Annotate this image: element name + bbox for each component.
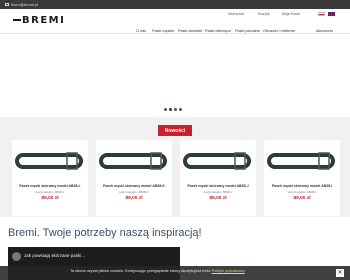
belt-image [183, 152, 251, 170]
privacy-policy-link[interactable]: Polityki prywatności [212, 269, 245, 273]
envelope-icon [5, 3, 9, 6]
belt-image [15, 152, 83, 170]
logo-mark [13, 19, 21, 21]
product-price: 89,00 zł [41, 196, 59, 201]
product-name[interactable]: Pasek męski skórzany model AB38-I [264, 184, 340, 188]
product-price: 89,00 zł [125, 196, 143, 201]
slider-dot-active[interactable] [169, 108, 172, 111]
nav-item-paski-parciane[interactable]: Paski parciane [235, 29, 260, 33]
channel-avatar-icon [12, 252, 21, 261]
cookie-close-button[interactable]: ✕ [336, 269, 344, 277]
nav-item-paski-damskie[interactable]: Paski damskie [178, 29, 202, 33]
slider-dot[interactable] [179, 108, 182, 111]
product-code: kod produktu: AB38-K [119, 190, 149, 194]
nav-item-paski-dzieciece[interactable]: Paski dziecięce [205, 29, 231, 33]
product-card[interactable]: Pasek męski skórzany model AB38-J kod pr… [180, 140, 256, 216]
cookie-banner: Ta strona używa plików cookies. Kontynuu… [0, 266, 350, 280]
slider-dot[interactable] [164, 108, 167, 111]
utility-links: Wunschat Koszyk Moje Konto [0, 12, 350, 18]
belt-image [99, 152, 167, 170]
wishlist-link[interactable]: Wunschat [228, 12, 244, 16]
product-name[interactable]: Pasek męski skórzany model AB38-L [12, 184, 88, 188]
nav-item-o-nas[interactable]: O nas [136, 29, 146, 33]
product-card[interactable]: Pasek męski skórzany model AB38-K kod pr… [96, 140, 172, 216]
nav-item-obcasiki[interactable]: Obcasiki i mittlerne [263, 29, 295, 33]
nav-item-akcesoria[interactable]: Akcesoria [316, 29, 333, 33]
cookie-message: Ta strona używa plików cookies. Kontynuu… [70, 269, 245, 273]
product-price: 89,00 zł [209, 196, 227, 201]
account-link[interactable]: Moje Konto [282, 12, 300, 16]
nav-item-paski-meskie[interactable]: Paski męskie [152, 29, 174, 33]
product-name[interactable]: Pasek męski skórzany model AB38-J [180, 184, 256, 188]
video-title[interactable]: Jak powstają skórzane paski... [24, 253, 85, 258]
belt-image [267, 152, 335, 170]
product-code: kod produktu: AB38-J [203, 190, 233, 194]
news-badge: Nowości [158, 125, 192, 136]
slider-dots [164, 108, 182, 111]
cookie-text: Ta strona używa plików cookies. Kontynuu… [70, 269, 211, 273]
product-card[interactable]: Pasek męski skórzany model AB38-L kod pr… [12, 140, 88, 216]
product-name[interactable]: Pasek męski skórzany model AB38-K [96, 184, 172, 188]
product-code: kod produktu: AB38-I [287, 190, 317, 194]
top-bar: biuro@bremi.pl [0, 0, 350, 9]
tagline: Bremi. Twoje potrzeby naszą inspiracją! [8, 227, 202, 239]
site-header: BREMI Wunschat Koszyk Moje Konto O nas P… [0, 9, 350, 34]
email-link[interactable]: biuro@bremi.pl [5, 1, 38, 8]
hero-slider[interactable] [0, 34, 350, 116]
cart-link[interactable]: Koszyk [258, 12, 270, 16]
slider-dot[interactable] [174, 108, 177, 111]
product-price: 89,00 zł [293, 196, 311, 201]
product-code: kod produktu: AB38-L [35, 190, 65, 194]
email-text: biuro@bremi.pl [11, 2, 39, 7]
product-card[interactable]: Pasek męski skórzany model AB38-I kod pr… [264, 140, 340, 216]
flag-en-icon[interactable] [328, 12, 335, 16]
flag-pl-icon[interactable] [318, 12, 325, 16]
